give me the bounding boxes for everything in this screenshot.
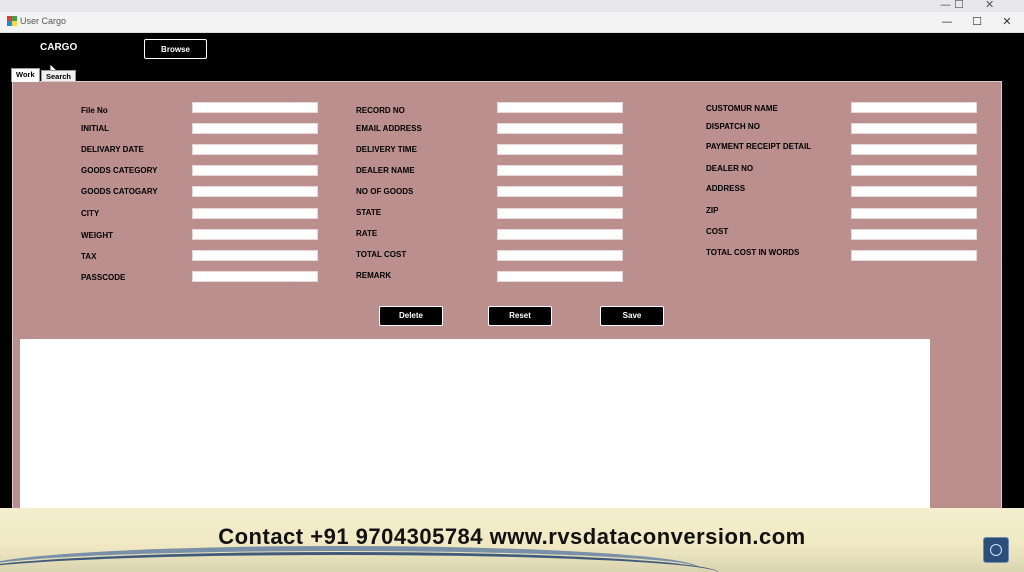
save-button[interactable]: Save <box>600 306 664 326</box>
globe-ring-icon <box>990 544 1002 556</box>
cost-input[interactable] <box>851 229 977 240</box>
goods-category-label: GOODS CATEGORY <box>81 166 158 175</box>
dealer-name-label: DEALER NAME <box>356 166 415 175</box>
delivary-date-input[interactable] <box>192 144 318 155</box>
state-input[interactable] <box>497 208 623 219</box>
cargo-label: CARGO <box>40 42 78 53</box>
goods-catogary-label: GOODS CATOGARY <box>81 187 158 196</box>
delivary-date-label: DELIVARY DATE <box>81 145 144 154</box>
initial-input[interactable] <box>192 123 318 134</box>
banner-contact-text: Contact +91 9704305784 www.rvsdataconver… <box>218 524 806 549</box>
close-button[interactable]: ✕ <box>992 14 1022 30</box>
goods-catogary-input[interactable] <box>192 186 318 197</box>
window-title: User Cargo <box>20 16 67 26</box>
initial-label: INITIAL <box>81 124 109 133</box>
passcode-input[interactable] <box>192 271 318 282</box>
city-input[interactable] <box>192 208 318 219</box>
tab-work[interactable]: Work <box>11 68 40 82</box>
bg-maximize-icon: ☐ <box>954 0 964 11</box>
customur-name-input[interactable] <box>851 102 977 113</box>
no-of-goods-input[interactable] <box>497 186 623 197</box>
zip-label: ZIP <box>706 206 719 215</box>
payment-receipt-detail-input[interactable] <box>851 144 977 155</box>
file-no-label: File No <box>81 106 108 115</box>
delivery-time-input[interactable] <box>497 144 623 155</box>
rate-input[interactable] <box>497 229 623 240</box>
address-input[interactable] <box>851 186 977 197</box>
remark-input[interactable] <box>497 271 623 282</box>
no-of-goods-label: NO OF GOODS <box>356 187 414 196</box>
dispatch-no-input[interactable] <box>851 123 977 134</box>
browse-button[interactable]: Browse <box>144 39 207 59</box>
state-label: STATE <box>356 208 382 217</box>
reset-button[interactable]: Reset <box>488 306 552 326</box>
title-bar[interactable]: User Cargo — ☐ ✕ <box>0 12 1024 33</box>
tax-label: TAX <box>81 252 97 261</box>
record-no-label: RECORD NO <box>356 106 405 115</box>
app-icon <box>7 16 17 26</box>
total-cost-label: TOTAL COST <box>356 250 407 259</box>
delivery-time-label: DELIVERY TIME <box>356 145 417 154</box>
minimize-button[interactable]: — <box>932 14 962 30</box>
city-label: CITY <box>81 209 100 218</box>
maximize-button[interactable]: ☐ <box>962 14 992 30</box>
dealer-no-input[interactable] <box>851 165 977 176</box>
total-cost-in-words-input[interactable] <box>851 250 977 261</box>
weight-input[interactable] <box>192 229 318 240</box>
email-address-label: EMAIL ADDRESS <box>356 124 422 133</box>
record-no-input[interactable] <box>497 102 623 113</box>
address-label: ADDRESS <box>706 184 746 193</box>
contact-banner: Contact +91 9704305784 www.rvsdataconver… <box>0 508 1024 572</box>
goods-category-input[interactable] <box>192 165 318 176</box>
total-cost-input[interactable] <box>497 250 623 261</box>
total-cost-in-words-label: TOTAL COST IN WORDS <box>706 248 800 257</box>
remark-label: REMARK <box>356 271 392 280</box>
file-no-input[interactable] <box>192 102 318 113</box>
records-grid[interactable] <box>20 339 930 514</box>
delete-button[interactable]: Delete <box>379 306 443 326</box>
passcode-label: PASSCODE <box>81 273 126 282</box>
customur-name-label: CUSTOMUR NAME <box>706 104 778 113</box>
dealer-no-label: DEALER NO <box>706 164 754 173</box>
bg-close-icon: ✕ <box>985 0 995 11</box>
zip-input[interactable] <box>851 208 977 219</box>
dispatch-no-label: DISPATCH NO <box>706 122 760 131</box>
payment-receipt-detail-label: PAYMENT RECEIPT DETAIL <box>706 142 812 151</box>
weight-label: WEIGHT <box>81 231 113 240</box>
globe-logo-icon <box>983 537 1009 563</box>
background-window-strip: — ☐ ✕ <box>0 0 1024 12</box>
cost-label: COST <box>706 227 729 236</box>
bg-minimize-icon: — <box>940 0 951 11</box>
rate-label: RATE <box>356 229 378 238</box>
tax-input[interactable] <box>192 250 318 261</box>
email-address-input[interactable] <box>497 123 623 134</box>
dealer-name-input[interactable] <box>497 165 623 176</box>
